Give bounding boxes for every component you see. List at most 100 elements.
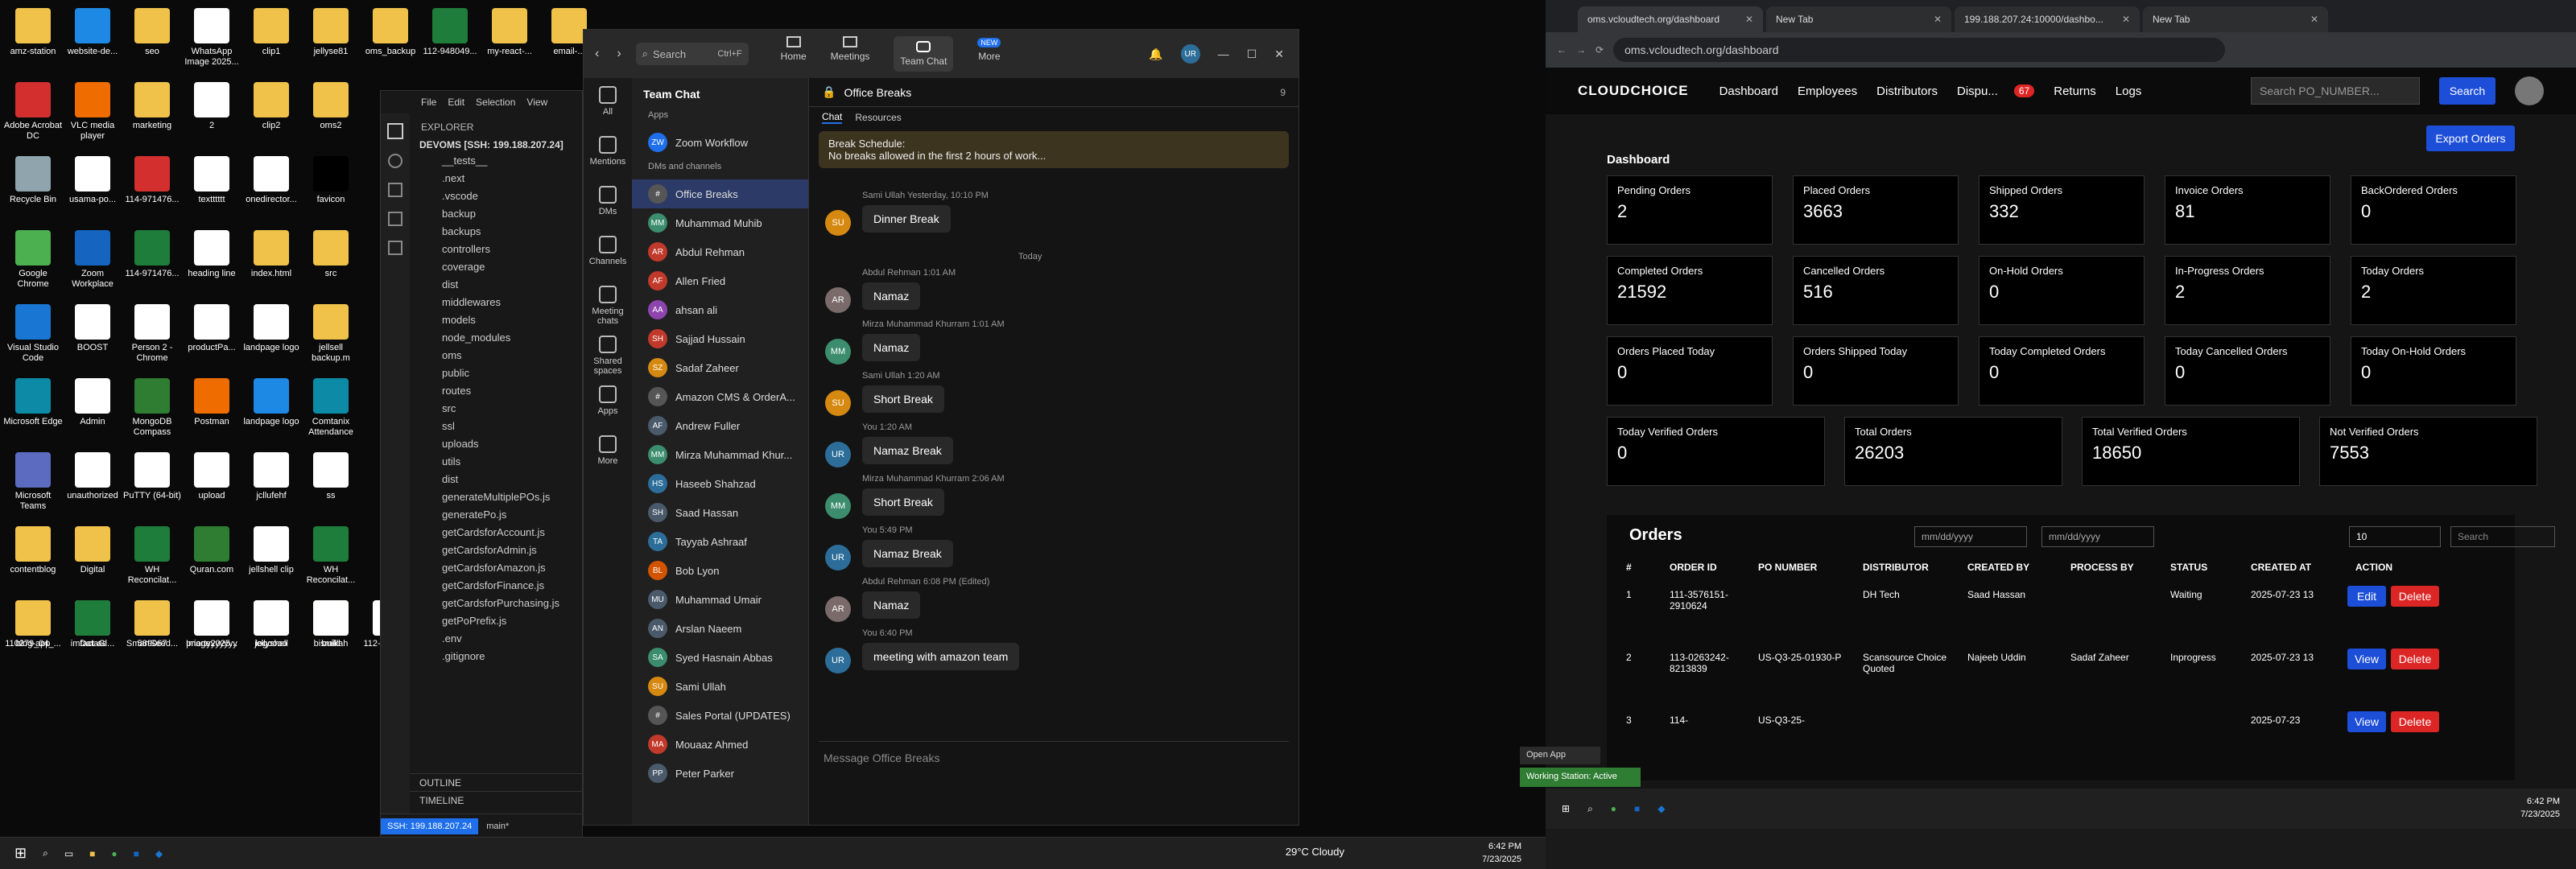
stat-card[interactable]: Orders Placed Today 0 bbox=[1607, 336, 1773, 406]
file-tree-item[interactable]: getCardsforFinance.js bbox=[410, 577, 582, 595]
contact-item[interactable]: HS Haseeb Shahzad bbox=[632, 469, 808, 498]
browser-tab[interactable]: New Tab ✕ bbox=[2143, 6, 2328, 32]
chrome-icon[interactable]: ● bbox=[111, 848, 117, 859]
workspace-root[interactable]: DEVOMS [SSH: 199.188.207.24] bbox=[410, 138, 582, 152]
delete-button[interactable]: Delete bbox=[2391, 649, 2439, 669]
delete-button[interactable]: Delete bbox=[2391, 586, 2439, 607]
nav-more[interactable]: NEW More bbox=[977, 36, 1001, 72]
desktop-icon[interactable]: landpage logo bbox=[242, 299, 301, 370]
stat-card[interactable]: Today Cancelled Orders 0 bbox=[2165, 336, 2330, 406]
message[interactable]: Mirza Muhammad Khurram 2:06 AM MM Short Br… bbox=[825, 474, 1005, 519]
close-tab-icon[interactable]: ✕ bbox=[1934, 14, 1942, 25]
stat-card[interactable]: Cancelled Orders 516 bbox=[1793, 256, 1959, 325]
nav-returns[interactable]: Returns bbox=[2054, 84, 2096, 98]
desktop-icon[interactable]: jcllufehf bbox=[242, 447, 301, 518]
browser-tab[interactable]: 199.188.207.24:10000/dashbo... ✕ bbox=[1955, 6, 2140, 32]
file-tree-item[interactable]: .gitignore bbox=[410, 648, 582, 665]
minimize-icon[interactable]: — bbox=[1218, 47, 1229, 60]
desktop-icon[interactable]: clip2 bbox=[242, 77, 301, 148]
clock-left[interactable]: 6:42 PM 7/23/2025 bbox=[1482, 840, 1521, 866]
rail-item[interactable]: Shared spaces bbox=[584, 327, 632, 377]
brand-logo[interactable]: CLOUDCHOICE bbox=[1578, 83, 1689, 99]
nav-employees[interactable]: Employees bbox=[1798, 84, 1857, 98]
desktop-icon[interactable]: Postman bbox=[182, 373, 242, 444]
message[interactable]: Sami Ullah Yesterday, 10:10 PM SU Dinner B… bbox=[825, 191, 989, 236]
file-tree-item[interactable]: .vscode bbox=[410, 187, 582, 205]
desktop-icon[interactable]: jellsell backup.m bbox=[301, 299, 361, 370]
desktop-icon[interactable]: SmartSeed... bbox=[122, 595, 182, 666]
menu-edit[interactable]: Edit bbox=[448, 97, 464, 108]
source-control-icon[interactable] bbox=[388, 183, 402, 197]
contact-item[interactable]: MM Muhammad Muhib bbox=[632, 208, 808, 237]
file-tree-item[interactable]: models bbox=[410, 311, 582, 329]
nav-home[interactable]: Home bbox=[781, 36, 807, 72]
tab-chat[interactable]: Chat bbox=[822, 111, 843, 124]
desktop-icon[interactable]: Visual Studio Code bbox=[3, 299, 63, 370]
avatar[interactable] bbox=[2515, 76, 2544, 105]
file-tree-item[interactable]: middlewares bbox=[410, 294, 582, 311]
file-tree-item[interactable]: uploads bbox=[410, 435, 582, 453]
desktop-icon[interactable]: Comtanix Attendance bbox=[301, 373, 361, 444]
contact-item[interactable]: AN Arslan Naeem bbox=[632, 614, 808, 643]
desktop-icon[interactable]: Quran.com bbox=[182, 521, 242, 592]
desktop-icon[interactable]: landpage logo bbox=[242, 373, 301, 444]
desktop-icon[interactable]: Microsoft Edge bbox=[3, 373, 63, 444]
desktop-icon[interactable]: favicon bbox=[301, 151, 361, 222]
desktop-icon[interactable]: Google Chrome bbox=[3, 225, 63, 296]
nav-disputes[interactable]: Dispu... bbox=[1957, 84, 1998, 98]
end-date-input[interactable]: mm/dd/yyyy bbox=[2041, 526, 2154, 547]
edit-view-button[interactable]: View bbox=[2347, 649, 2386, 669]
desktop-icon[interactable]: logoooo bbox=[242, 595, 301, 666]
search-icon[interactable]: ⌕ bbox=[43, 847, 48, 859]
member-count[interactable]: 9 bbox=[1280, 87, 1286, 98]
file-tree-item[interactable]: generateMultiplePOs.js bbox=[410, 488, 582, 506]
table-header[interactable]: DISTRIBUTOR bbox=[1863, 562, 1929, 573]
table-header[interactable]: ORDER ID bbox=[1670, 562, 1717, 573]
desktop-icon[interactable]: ss bbox=[301, 447, 361, 518]
weather[interactable]: 29°C Cloudy bbox=[1286, 846, 1344, 858]
desktop-icon[interactable]: DataG bbox=[63, 595, 122, 666]
file-tree-item[interactable]: getPoPrefix.js bbox=[410, 612, 582, 630]
nav-meetings[interactable]: Meetings bbox=[831, 36, 869, 72]
search-button[interactable]: Search bbox=[2439, 77, 2496, 105]
nav-distributors[interactable]: Distributors bbox=[1876, 84, 1938, 98]
stat-card[interactable]: Today Verified Orders 0 bbox=[1607, 417, 1825, 486]
desktop-icon[interactable]: upload bbox=[182, 447, 242, 518]
stat-card[interactable]: Completed Orders 21592 bbox=[1607, 256, 1773, 325]
desktop-icon[interactable]: BOOST bbox=[63, 299, 122, 370]
table-header[interactable]: CREATED BY bbox=[1967, 562, 2029, 573]
file-tree-item[interactable]: __tests__ bbox=[410, 152, 582, 170]
contact-item[interactable]: # Sales Portal (UPDATES) bbox=[632, 701, 808, 730]
rail-item[interactable]: Mentions bbox=[584, 128, 632, 178]
stat-card[interactable]: In-Progress Orders 2 bbox=[2165, 256, 2330, 325]
contact-item[interactable]: AA ahsan ali bbox=[632, 295, 808, 324]
file-tree-item[interactable]: routes bbox=[410, 382, 582, 400]
table-search-input[interactable]: Search bbox=[2450, 526, 2555, 547]
export-orders-button[interactable]: Export Orders bbox=[2426, 126, 2515, 151]
desktop-icon[interactable]: marketing bbox=[122, 77, 182, 148]
contact-item[interactable]: MA Mouaaz Ahmed bbox=[632, 730, 808, 759]
open-app-toast[interactable]: Open App bbox=[1520, 747, 1600, 764]
file-tree-item[interactable]: src bbox=[410, 400, 582, 418]
back-icon[interactable]: ‹ bbox=[595, 47, 599, 61]
contact-item[interactable]: # Office Breaks bbox=[632, 179, 808, 208]
stat-card[interactable]: On-Hold Orders 0 bbox=[1979, 256, 2145, 325]
file-tree-item[interactable]: getCardsforAdmin.js bbox=[410, 542, 582, 559]
contact-item[interactable]: BL Bob Lyon bbox=[632, 556, 808, 585]
file-tree-item[interactable]: getCardsforPurchasing.js bbox=[410, 595, 582, 612]
stat-card[interactable]: Invoice Orders 81 bbox=[2165, 175, 2330, 245]
message[interactable]: You 1:20 AM UR Namaz Break bbox=[825, 422, 953, 467]
desktop-icon[interactable]: src bbox=[301, 225, 361, 296]
contact-item[interactable]: SA Syed Hasnain Abbas bbox=[632, 643, 808, 672]
vscode-icon[interactable]: ◆ bbox=[155, 848, 163, 859]
rail-item[interactable]: More bbox=[584, 427, 632, 477]
message[interactable]: Abdul Rehman 6:08 PM (Edited) AR Namaz bbox=[825, 577, 989, 622]
table-header[interactable]: PROCESS BY bbox=[2070, 562, 2134, 573]
table-header[interactable]: ACTION bbox=[2355, 562, 2392, 573]
file-tree-item[interactable]: ssl bbox=[410, 418, 582, 435]
url-field[interactable]: oms.vcloudtech.org/dashboard bbox=[1613, 38, 2226, 62]
stat-card[interactable]: Placed Orders 3663 bbox=[1793, 175, 1959, 245]
stat-card[interactable]: Today On-Hold Orders 0 bbox=[2351, 336, 2516, 406]
message[interactable]: You 6:40 PM UR meeting with amazon team bbox=[825, 628, 1020, 673]
po-search-input[interactable]: Search PO_NUMBER... bbox=[2251, 77, 2420, 105]
